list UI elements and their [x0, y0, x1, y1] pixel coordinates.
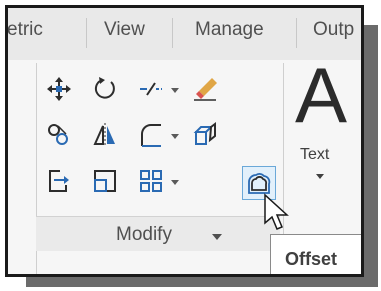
tab-parametric[interactable]: etric — [8, 19, 43, 41]
stretch-icon — [49, 170, 69, 192]
scale-button[interactable] — [90, 166, 120, 196]
copy-icon — [48, 124, 68, 145]
mirror-icon — [93, 123, 115, 147]
scale-icon — [94, 170, 116, 192]
trim-dropdown-arrow[interactable] — [171, 88, 179, 93]
rotate-icon — [94, 77, 115, 99]
tab-manage[interactable]: Manage — [195, 19, 264, 41]
text-panel-label[interactable]: Text — [300, 146, 329, 164]
tab-divider — [172, 18, 173, 48]
chevron-down-icon — [212, 234, 222, 240]
explode-button[interactable] — [190, 120, 220, 150]
array-dropdown-arrow[interactable] — [171, 180, 179, 185]
copy-button[interactable] — [44, 120, 74, 150]
tooltip-label: Offset — [285, 249, 338, 269]
trim-button[interactable] — [136, 74, 166, 104]
erase-button[interactable] — [190, 74, 220, 104]
text-panel-icon[interactable]: A — [295, 56, 347, 134]
fillet-dropdown-arrow[interactable] — [171, 134, 179, 139]
mouse-cursor-icon — [264, 193, 289, 230]
move-button[interactable] — [44, 74, 74, 104]
mirror-button[interactable] — [90, 120, 120, 150]
ribbon-window: etric View Manage Outp A Text Modify Off… — [5, 5, 364, 277]
modify-panel-bar[interactable]: Modify — [36, 216, 280, 251]
tab-view[interactable]: View — [104, 19, 145, 41]
modify-panel-label: Modify — [116, 224, 172, 245]
array-icon — [140, 170, 162, 192]
tab-divider — [296, 18, 297, 48]
text-dropdown-arrow[interactable] — [316, 174, 324, 179]
fillet-icon — [141, 124, 161, 147]
tab-divider — [86, 18, 87, 48]
offset-tooltip: Offset — [270, 234, 361, 274]
array-button[interactable] — [136, 166, 166, 196]
erase-icon — [194, 78, 217, 101]
rotate-button[interactable] — [90, 74, 120, 104]
explode-icon — [193, 122, 216, 145]
trim-icon — [140, 82, 162, 96]
move-icon — [47, 77, 71, 101]
stretch-button[interactable] — [44, 166, 74, 196]
tab-output[interactable]: Outp — [313, 19, 354, 41]
fillet-button[interactable] — [136, 120, 166, 150]
